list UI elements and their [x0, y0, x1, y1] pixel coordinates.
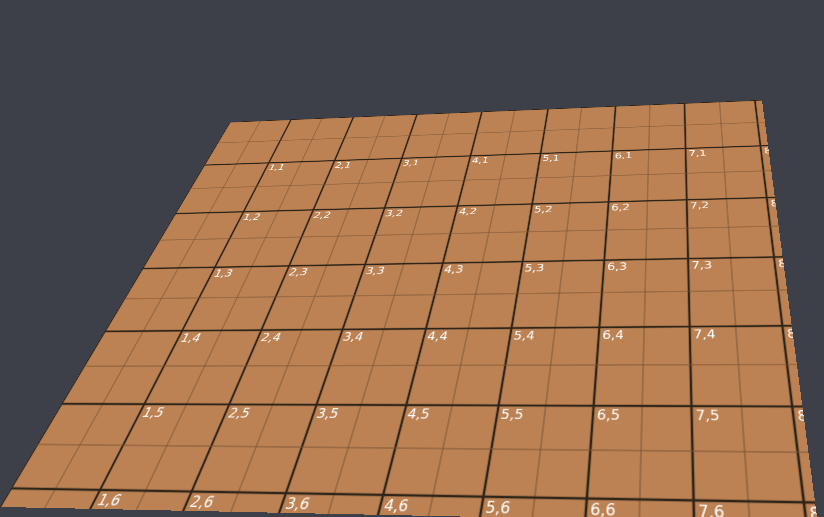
grid-label: 5,3	[524, 262, 545, 274]
grid-label: 3,1	[401, 158, 420, 167]
grid-label: 3,2	[384, 208, 405, 218]
grid-label: 5,6	[484, 498, 511, 517]
grid-label: 8,1	[764, 146, 783, 156]
grid-label: 6,4	[602, 328, 624, 342]
grid-label: 7,5	[695, 407, 720, 423]
grid-label: 6,1	[615, 151, 633, 160]
grid-label: 6,3	[607, 261, 628, 273]
grid-label: 4,2	[458, 206, 478, 216]
grid-label: 4,5	[406, 406, 432, 421]
calibration-grid: 1,11,21,31,41,51,62,12,22,32,42,52,63,13…	[0, 100, 818, 517]
grid-label: 4,1	[471, 156, 490, 165]
grid-label: 8,5	[796, 408, 817, 424]
grid-label: 7,3	[691, 259, 712, 271]
grid-label: 8,3	[778, 258, 801, 270]
terrain-mesh: 1,11,21,31,41,51,62,12,22,32,42,52,63,13…	[0, 100, 818, 517]
grid-label: 5,4	[513, 329, 536, 342]
grid-label: 6,2	[611, 202, 630, 213]
grid-label: 5,1	[542, 153, 560, 162]
grid-label: 8,6	[809, 504, 818, 517]
grid-label: 7,6	[698, 502, 725, 517]
grid-label: 7,1	[689, 148, 707, 157]
3d-viewport[interactable]: 1,11,21,31,41,51,62,12,22,32,42,52,63,13…	[0, 23, 824, 517]
grid-label: 4,4	[426, 330, 450, 343]
grid-label: 4,3	[443, 264, 465, 276]
grid-label: 7,4	[693, 327, 716, 341]
application-window: 1,11,21,31,41,51,62,12,22,32,42,52,63,13…	[0, 0, 824, 517]
grid-label: 5,5	[500, 407, 525, 423]
grid-label: 5,2	[533, 204, 553, 214]
grid-label: 8,2	[770, 198, 791, 209]
grid-label: 7,2	[690, 200, 709, 211]
grid-label: 3,4	[341, 330, 365, 343]
grid-label: 6,5	[596, 407, 620, 423]
grid-label: 3,3	[364, 265, 386, 277]
grid-label: 6,6	[590, 500, 616, 517]
grid-label: 8,4	[786, 327, 811, 341]
grid-label: 4,6	[382, 496, 410, 515]
